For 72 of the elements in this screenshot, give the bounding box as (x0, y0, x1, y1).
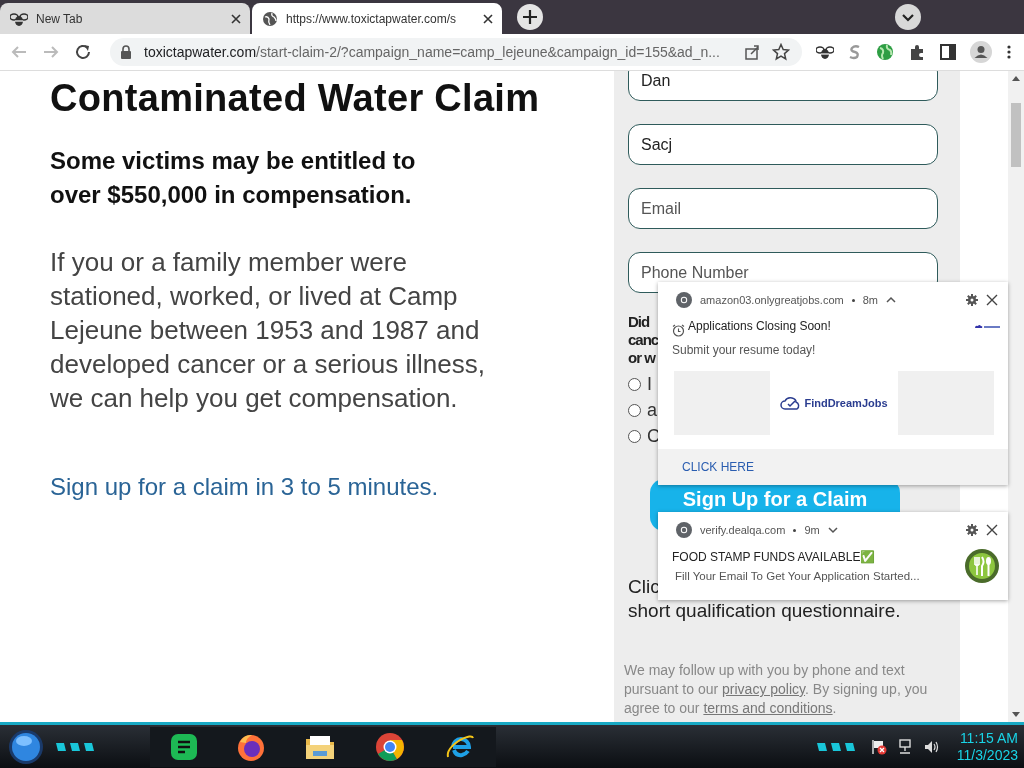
collapse-icon[interactable] (886, 296, 896, 304)
instruction-text: short qualification questionnaire. (628, 599, 901, 623)
subheading: Some victims may be entitled to over $550,000 in compensation. (50, 146, 417, 210)
alarm-clock-icon (672, 324, 685, 337)
bee-icon (10, 10, 28, 27)
intro-paragraph: If you or a family member were stationed, worked, or lived at Camp Lejeune between 1953 and 1987 and developed cancer or a serious illness, we can help you get compensation. (50, 246, 487, 415)
reload-icon[interactable] (74, 43, 92, 61)
notification-message: Fill Your Email To Get Your Application Started... (675, 570, 920, 582)
notes-app-icon[interactable] (170, 732, 198, 761)
address-bar[interactable]: toxictapwater.com/start-claim-2/?campaign_name=camp_lejeune&campaign_id=155&ad_n... (110, 38, 802, 66)
cutlery-icon (964, 548, 1000, 584)
chrome-browser-icon[interactable] (374, 730, 406, 763)
share-icon[interactable] (744, 44, 760, 60)
scroll-down-icon[interactable] (1012, 712, 1020, 718)
sidebar-icon[interactable] (940, 44, 956, 60)
privacy-link[interactable]: privacy policy (722, 681, 806, 697)
settings-icon[interactable] (966, 524, 978, 536)
page-heading: Contaminated Water Claim (50, 77, 541, 120)
settings-icon[interactable] (966, 294, 978, 306)
notification-site: amazon03.onlygreatjobs.com (700, 294, 844, 306)
new-tab-icon[interactable] (516, 3, 544, 31)
input-field[interactable]: Sacj (628, 124, 938, 165)
earth-icon[interactable] (876, 43, 894, 61)
flag-error-icon[interactable] (870, 738, 887, 755)
notification-card[interactable]: verify.dealqa.com 9m FOOD STAMP FUNDS AVAILABLE✅ Fill Your Email To Get Your Application Started... (658, 512, 1008, 600)
click-here-link[interactable]: CLICK HERE (682, 460, 755, 474)
question-text: canc (628, 331, 659, 349)
close-icon[interactable] (986, 524, 998, 536)
notification-title: FOOD STAMP FUNDS AVAILABLE✅ (672, 550, 876, 564)
radio-button[interactable] (628, 429, 641, 443)
lock-icon (120, 45, 132, 59)
bee-icon[interactable] (816, 44, 834, 60)
option-label: I (647, 373, 652, 395)
radio-button[interactable] (628, 403, 641, 417)
profile-icon[interactable] (970, 41, 992, 63)
network-icon[interactable] (896, 738, 913, 755)
globe-icon (262, 10, 278, 27)
expand-icon[interactable] (827, 526, 838, 534)
input-field[interactable]: Dan (628, 71, 938, 101)
dropdown-icon[interactable] (894, 3, 922, 31)
start-orb-icon[interactable] (8, 728, 44, 765)
clock-time[interactable]: 11:15 AM (956, 729, 1018, 747)
radio-button[interactable] (628, 377, 641, 391)
input-field[interactable]: Email (628, 188, 938, 229)
notification-title: Applications Closing Soon! (688, 318, 831, 333)
url-text: toxictapwater.com/start-claim-2/?campaign_name=camp_lejeune&campaign_id=155&ad_n... (144, 44, 720, 60)
instruction-text: Clic (628, 575, 660, 599)
close-icon[interactable] (986, 294, 998, 306)
notification-card[interactable]: amazon03.onlygreatjobs.com 8m Applications Closing Soon! Submit your resume today! FindDreamJobs CLICK HERE (658, 282, 1008, 485)
question-text: Did (628, 313, 650, 331)
puzzle-icon[interactable] (908, 43, 926, 61)
scrollbar[interactable] (1008, 71, 1024, 722)
sign-up-link[interactable]: Sign up for a claim in 3 to 5 minutes. (50, 473, 439, 501)
close-icon[interactable] (230, 12, 242, 25)
question-text: or w (628, 349, 655, 367)
notification-time: 8m (862, 294, 878, 306)
menu-icon[interactable] (1006, 44, 1012, 60)
scroll-up-icon[interactable] (1012, 75, 1020, 81)
logo-text: FindDreamJobs (804, 397, 888, 409)
option-label: a (647, 399, 657, 421)
clock-date[interactable]: 11/3/2023 (956, 746, 1018, 764)
scrollbar-thumb[interactable] (1011, 103, 1021, 167)
disclaimer-text: We may follow up with you by phone and text pursuant to our privacy policy. By signing up, you agree to our terms and conditions. (624, 661, 929, 718)
dot-separator (851, 298, 855, 302)
dot-separator (793, 528, 797, 532)
s-logo-icon[interactable] (848, 44, 862, 60)
star-icon[interactable] (772, 43, 790, 61)
notification-message: Submit your resume today! (672, 343, 816, 357)
browser-tab[interactable]: https://www.toxictapwater.com/s (252, 3, 502, 34)
browser-tab[interactable]: New Tab (0, 3, 250, 34)
terms-link[interactable]: terms and conditions (703, 700, 833, 716)
close-icon[interactable] (482, 12, 494, 25)
